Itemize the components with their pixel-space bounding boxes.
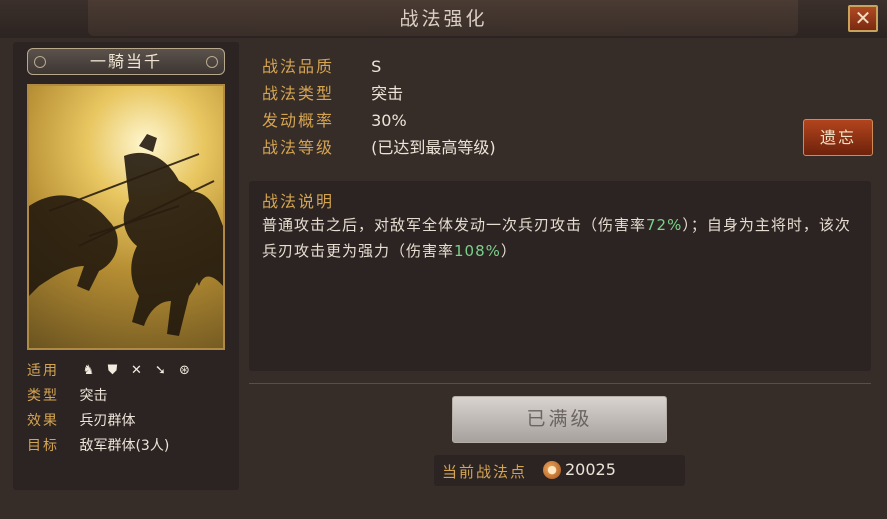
points-value: 20025: [565, 460, 616, 479]
card-name: 一騎当千: [89, 52, 162, 71]
info-row-type: 战法类型 突击: [262, 81, 403, 107]
info-row-rate: 发动概率 30%: [262, 108, 407, 134]
card-artwork: [27, 84, 225, 350]
stat-row-effect: 效果 兵刃群体: [27, 410, 135, 432]
stat-label-target: 目标: [27, 438, 59, 454]
stat-value-type: 突击: [79, 388, 108, 404]
forget-button[interactable]: 遗忘: [803, 119, 873, 156]
desc-part3: ）: [500, 242, 517, 260]
stat-label-applicable: 适用: [27, 363, 59, 379]
stat-label-effect: 效果: [27, 413, 59, 429]
level-label: 战法等级: [262, 138, 335, 157]
wheel-icon: ⊛: [179, 363, 190, 378]
coin-icon: ●: [543, 461, 561, 479]
bow-icon: ✕: [131, 363, 142, 378]
close-button[interactable]: ✕: [848, 5, 878, 32]
stat-row-applicable: 适用 ♞ ⛊ ✕ ➘ ⊛: [27, 360, 193, 382]
description-text: 普通攻击之后，对敌军全体发动一次兵刃攻击（伤害率72%）；自身为主将时，该次兵刃…: [262, 212, 862, 264]
stat-label-type: 类型: [27, 388, 59, 404]
desc-part1: 普通攻击之后，对敌军全体发动一次兵刃攻击（伤害率: [262, 216, 647, 234]
cavalry-charge-illustration: [29, 134, 223, 336]
points-label: 当前战法点: [442, 463, 528, 481]
spear-icon: ➘: [155, 363, 166, 378]
shield-icon: ⛊: [107, 363, 118, 378]
quality-label: 战法品质: [262, 57, 335, 76]
rate-value: 30%: [371, 111, 407, 130]
rate-label: 发动概率: [262, 111, 335, 130]
troop-icons: ♞ ⛊ ✕ ➘ ⊛: [79, 362, 193, 380]
stat-row-target: 目标 敌军群体(3人): [27, 435, 169, 457]
plate-ornament-right: [206, 56, 218, 68]
info-row-level: 战法等级 (已达到最高等级): [262, 135, 496, 161]
card-name-plate: 一騎当千: [27, 48, 225, 75]
max-level-button[interactable]: 已满级: [452, 396, 667, 443]
quality-value: S: [371, 57, 382, 76]
info-row-quality: 战法品质 S: [262, 54, 381, 80]
type-label: 战法类型: [262, 84, 335, 103]
type-value: 突击: [371, 84, 404, 103]
stat-value-effect: 兵刃群体: [79, 413, 136, 429]
level-value: (已达到最高等级): [371, 138, 496, 157]
stat-row-type: 类型 突击: [27, 385, 107, 407]
desc-rate1: 72%: [646, 216, 683, 234]
window-title: 战法强化: [399, 8, 488, 30]
description-box: [249, 181, 871, 371]
stat-value-target: 敌军群体(3人): [79, 438, 170, 454]
desc-rate2: 108%: [454, 242, 501, 260]
description-title: 战法说明: [262, 192, 335, 211]
cavalry-icon: ♞: [82, 363, 95, 378]
plate-ornament-left: [34, 56, 46, 68]
divider: [249, 383, 871, 384]
